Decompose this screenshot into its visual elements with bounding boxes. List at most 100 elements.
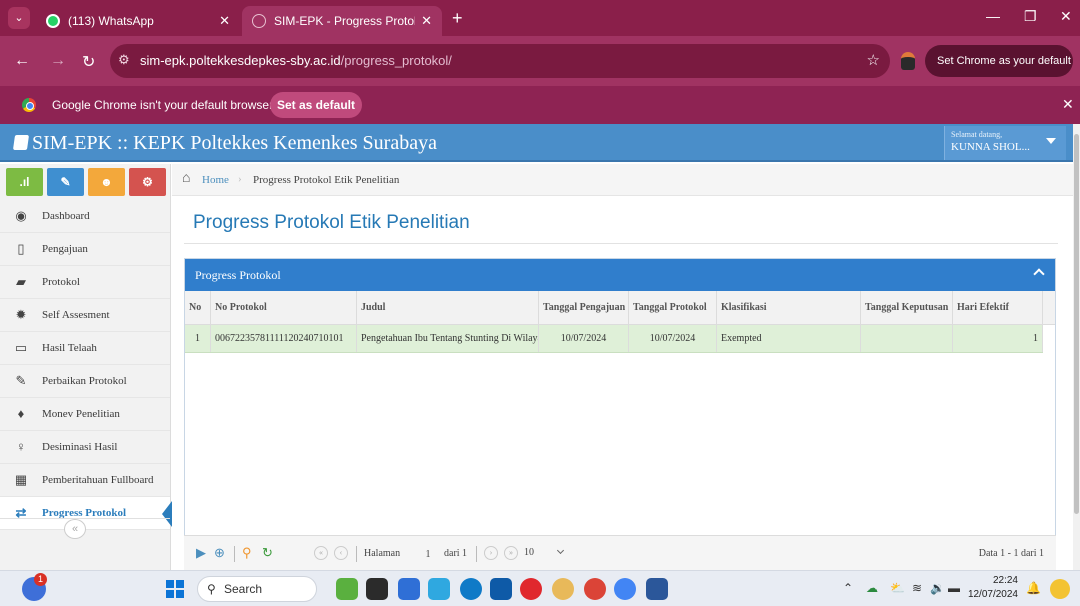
notification-bell-icon[interactable]: 🔔	[1026, 581, 1041, 595]
set-as-default-button[interactable]: Set as default	[270, 92, 362, 118]
column-header[interactable]: Tanggal Pengajuan	[539, 291, 629, 324]
table-cell: 1	[953, 325, 1043, 352]
page-title: Progress Protokol Etik Penelitian	[193, 212, 470, 233]
set-chrome-default-button[interactable]: Set Chrome as your default	[925, 45, 1073, 77]
tab-close-icon[interactable]: ✕	[219, 13, 230, 29]
game-app-icon[interactable]	[336, 578, 358, 600]
double-chevron-left-icon[interactable]: «	[64, 519, 86, 539]
breadcrumb: ⌂ Home › Progress Protokol Etik Peneliti…	[172, 164, 1073, 196]
column-header[interactable]: Hari Efektif	[953, 291, 1043, 324]
task-view-icon[interactable]	[366, 578, 388, 600]
site-info-icon[interactable]: ⚙	[118, 52, 130, 68]
windows-start-icon[interactable]	[166, 580, 184, 598]
column-header[interactable]: Klasifikasi	[717, 291, 861, 324]
pager-separator	[356, 546, 357, 562]
table-cell: 10/07/2024	[539, 325, 629, 352]
omnibox[interactable]: ⚙ sim-epk.poltekkesdepkes-sby.ac.id/prog…	[110, 44, 890, 78]
chevron-up-icon[interactable]: ⌃	[843, 581, 853, 595]
cogs-icon[interactable]: ⚙	[129, 168, 166, 196]
tab-whatsapp[interactable]: (113) WhatsApp ✕	[36, 6, 240, 36]
sidebar-item-dashboard[interactable]: ◉ Dashboard	[0, 200, 170, 233]
table-cell: 1	[185, 325, 211, 352]
edge-icon[interactable]	[460, 578, 482, 600]
reload-icon[interactable]: ↻	[82, 52, 95, 72]
vertical-scrollbar[interactable]	[1073, 124, 1080, 570]
table-cell: Pengetahuan Ibu Tentang Stunting Di Wila…	[357, 325, 539, 352]
wifi-icon[interactable]: ≋	[912, 581, 922, 595]
sidebar-item-hasil-telaah[interactable]: ▭ Hasil Telaah	[0, 332, 170, 365]
sidebar-item-self-assesment[interactable]: ✹ Self Assesment	[0, 299, 170, 332]
column-header[interactable]: Tanggal Keputusan	[861, 291, 953, 324]
infobar-message: Google Chrome isn't your default browser	[52, 98, 274, 112]
globe-icon	[252, 14, 266, 28]
sidebar-item-pemberitahuan-fullboard[interactable]: ▦ Pemberitahuan Fullboard	[0, 464, 170, 497]
rows-per-page-select[interactable]: 10	[524, 546, 565, 558]
sidebar-item-perbaikan-protokol[interactable]: ✎ Perbaikan Protokol	[0, 365, 170, 398]
onedrive-icon[interactable]: ⛅	[890, 581, 905, 595]
minimize-icon[interactable]: —	[986, 8, 1000, 24]
word-icon[interactable]	[646, 578, 668, 600]
taskbar-clock[interactable]: 22:24 12/07/2024	[956, 574, 1018, 602]
infobar-close-icon[interactable]: ✕	[1062, 96, 1074, 113]
default-browser-infobar: Google Chrome isn't your default browser…	[0, 86, 1080, 124]
chevron-up-icon[interactable]	[1033, 268, 1045, 280]
next-page-icon[interactable]: ›	[484, 546, 498, 560]
column-header[interactable]: No	[185, 291, 211, 324]
column-header[interactable]: Tanggal Protokol	[629, 291, 717, 324]
app-icon[interactable]	[552, 578, 574, 600]
search-icon[interactable]: ⚲	[242, 545, 252, 561]
table-row[interactable]: 1 00672235781111120240710101 Pengetahuan…	[185, 325, 1043, 353]
tab-close-icon[interactable]: ✕	[421, 13, 432, 29]
user-menu[interactable]: Selamat datang, KUNNA SHOL...	[944, 126, 1066, 160]
sidebar-item-protokol[interactable]: ▰ Protokol	[0, 266, 170, 299]
cloud-icon[interactable]: ☁	[866, 581, 878, 595]
users-icon[interactable]: ☻	[88, 168, 125, 196]
taskbar-search-input[interactable]: ⚲ Search	[197, 576, 317, 602]
scrollbar-thumb[interactable]	[1074, 134, 1079, 514]
page-number-input[interactable]	[417, 547, 439, 561]
grid-caption: Progress Protokol	[185, 259, 1055, 291]
store-icon[interactable]	[490, 578, 512, 600]
bar-chart-icon[interactable]: .ıl	[6, 168, 43, 196]
tab-sim-epk[interactable]: SIM-EPK - Progress Protokol Eti ✕	[242, 6, 442, 36]
new-tab-icon[interactable]: +	[452, 8, 463, 29]
prev-page-icon[interactable]: ‹	[334, 546, 348, 560]
pencil-icon[interactable]: ✎	[47, 168, 84, 196]
column-header[interactable]: No Protokol	[211, 291, 357, 324]
sidebar-item-label: Self Assesment	[42, 309, 110, 321]
desktop-app-icon[interactable]	[428, 578, 450, 600]
file-icon: ▯	[17, 241, 25, 256]
browser-tab-strip: ⌄ (113) WhatsApp ✕ SIM-EPK - Progress Pr…	[0, 0, 1080, 36]
bookmark-star-icon[interactable]: ☆	[867, 51, 880, 69]
profile-avatar-icon[interactable]	[901, 52, 915, 70]
chrome-profile-icon[interactable]	[614, 578, 636, 600]
refresh-icon[interactable]: ↻	[262, 545, 273, 561]
back-icon[interactable]: ←	[14, 52, 30, 70]
page-total: dari 1	[444, 548, 468, 559]
volume-icon[interactable]: 🔉	[930, 581, 945, 595]
zoom-icon[interactable]: ⊕	[214, 545, 225, 561]
restore-icon[interactable]: ❐	[1024, 8, 1037, 25]
breadcrumb-home[interactable]: Home	[202, 174, 229, 186]
column-header[interactable]: Judul	[357, 291, 539, 324]
copilot-icon[interactable]	[1050, 579, 1070, 599]
opera-icon[interactable]	[520, 578, 542, 600]
teams-icon[interactable]	[398, 578, 420, 600]
forward-icon[interactable]: →	[50, 52, 66, 70]
sidebar-item-pengajuan[interactable]: ▯ Pengajuan	[0, 233, 170, 266]
folder-open-icon[interactable]: ▶	[196, 545, 206, 561]
last-page-icon[interactable]: »	[504, 546, 518, 560]
sidebar: .ıl ✎ ☻ ⚙ ◉ Dashboard ▯ Pengajuan ▰ Protoko…	[0, 164, 172, 570]
taskbar: 1 ⚲ Search ⌃ ☁ ⛅ ≋ 🔉 ▬ 22:24 12/07/2024 …	[0, 570, 1080, 606]
window-close-icon[interactable]: ✕	[1060, 8, 1072, 25]
home-icon[interactable]: ⌂	[182, 171, 190, 187]
app-title[interactable]: SIM-EPK :: KEPK Poltekkes Kemenkes Surab…	[32, 132, 437, 155]
user-greeting: Selamat datang,	[951, 130, 1003, 139]
clock-date: 12/07/2024	[967, 589, 1018, 600]
sidebar-item-desiminasi-hasil[interactable]: ♀ Desiminasi Hasil	[0, 431, 170, 464]
chrome-icon[interactable]	[584, 578, 606, 600]
sidebar-item-label: Pengajuan	[42, 243, 88, 255]
first-page-icon[interactable]: «	[314, 546, 328, 560]
tab-search-icon[interactable]: ⌄	[8, 7, 30, 29]
sidebar-item-monev-penelitian[interactable]: ♦ Monev Penelitian	[0, 398, 170, 431]
